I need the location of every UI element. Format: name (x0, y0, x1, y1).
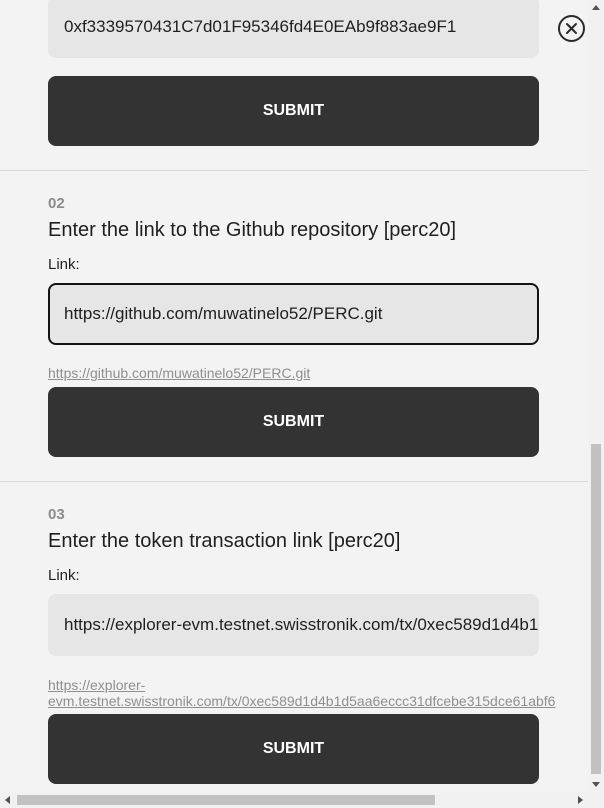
submit-button-step-1[interactable]: SUBMIT (48, 76, 539, 146)
step-title: Enter the link to the Github repository … (48, 219, 456, 241)
github-link-input[interactable]: https://github.com/muwatinelo52/PERC.git (48, 283, 539, 345)
step-title: Enter the token transaction link [perc20… (48, 530, 401, 552)
field-label: Link: (48, 256, 80, 273)
submit-button-step-3[interactable]: SUBMIT (48, 714, 539, 784)
modal-content: 0xf3339570431C7d01F95346fd4E0EAb9f883ae9… (0, 0, 588, 792)
step-number: 02 (48, 195, 65, 212)
scroll-down-arrow-icon[interactable] (588, 776, 604, 792)
field-label: Link: (48, 567, 80, 584)
wallet-address-value: 0xf3339570431C7d01F95346fd4E0EAb9f883ae9… (64, 17, 457, 36)
scroll-left-arrow-icon[interactable] (0, 792, 16, 808)
github-link-preview[interactable]: https://github.com/muwatinelo52/PERC.git (48, 365, 310, 381)
horizontal-scrollbar-thumb[interactable] (17, 795, 435, 805)
transaction-link-input[interactable]: https://explorer-evm.testnet.swisstronik… (48, 594, 539, 656)
step-number: 03 (48, 506, 65, 523)
wallet-address-input[interactable]: 0xf3339570431C7d01F95346fd4E0EAb9f883ae9… (48, 0, 539, 58)
divider (0, 481, 588, 482)
vertical-scrollbar-thumb[interactable] (591, 444, 601, 774)
close-button[interactable] (558, 15, 585, 42)
scroll-right-arrow-icon[interactable] (572, 792, 588, 808)
submit-button-step-2[interactable]: SUBMIT (48, 387, 539, 457)
github-link-value: https://github.com/muwatinelo52/PERC.git (64, 304, 383, 323)
scroll-up-arrow-icon[interactable] (588, 0, 604, 16)
transaction-link-preview[interactable]: https://explorer-evm.testnet.swisstronik… (48, 677, 588, 709)
close-icon (566, 23, 577, 34)
transaction-link-value: https://explorer-evm.testnet.swisstronik… (64, 615, 539, 634)
divider (0, 170, 588, 171)
